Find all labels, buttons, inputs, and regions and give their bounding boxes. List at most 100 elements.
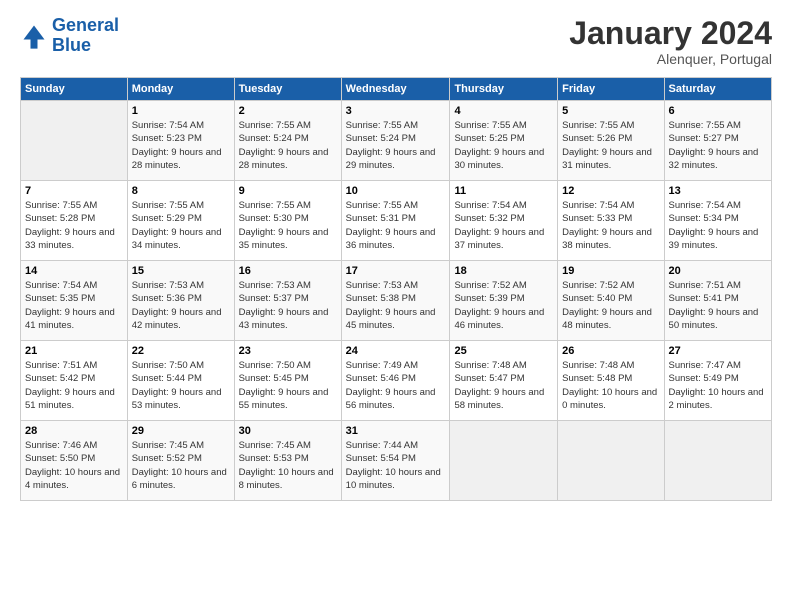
day-info-26: Sunrise: 7:48 AMSunset: 5:48 PMDaylight:… [562, 359, 659, 412]
day-info-13: Sunrise: 7:54 AMSunset: 5:34 PMDaylight:… [669, 199, 767, 252]
day-number-19: 19 [562, 265, 659, 277]
header-saturday: Saturday [664, 78, 771, 101]
day-number-20: 20 [669, 265, 767, 277]
week-row-4: 28 Sunrise: 7:46 AMSunset: 5:50 PMDayligh… [21, 421, 772, 501]
calendar-table: Sunday Monday Tuesday Wednesday Thursday… [20, 77, 772, 501]
day-number-26: 26 [562, 345, 659, 357]
cell-week2-day0: 14Sunrise: 7:54 AMSunset: 5:35 PMDayligh… [21, 261, 128, 341]
logo-text: General Blue [52, 16, 119, 56]
cell-week3-day2: 23 Sunrise: 7:50 AMSunset: 5:45 PMDayligh… [234, 341, 341, 421]
day-number-9: 9 [239, 185, 337, 197]
day-info-24: Sunrise: 7:49 AMSunset: 5:46 PMDaylight:… [346, 359, 446, 412]
location-subtitle: Alenquer, Portugal [569, 51, 772, 67]
day-number-11: 11 [454, 185, 553, 197]
day-info-29: Sunrise: 7:45 AMSunset: 5:52 PMDaylight:… [132, 439, 230, 492]
cell-week4-day6 [664, 421, 771, 501]
cell-week4-day0: 28 Sunrise: 7:46 AMSunset: 5:50 PMDayligh… [21, 421, 128, 501]
day-info-28: Sunrise: 7:46 AMSunset: 5:50 PMDaylight:… [25, 439, 123, 492]
logo-line1: General [52, 15, 119, 35]
cell-week2-day5: 19 Sunrise: 7:52 AMSunset: 5:40 PMDayligh… [558, 261, 664, 341]
cell-week0-day3: 3Sunrise: 7:55 AMSunset: 5:24 PMDaylight… [341, 101, 450, 181]
day-info-27: Sunrise: 7:47 AMSunset: 5:49 PMDaylight:… [669, 359, 767, 412]
cell-week3-day0: 21Sunrise: 7:51 AMSunset: 5:42 PMDayligh… [21, 341, 128, 421]
day-number-17: 17 [346, 265, 446, 277]
cell-week3-day4: 25Sunrise: 7:48 AMSunset: 5:47 PMDayligh… [450, 341, 558, 421]
day-number-28: 28 [25, 425, 123, 437]
week-row-2: 14Sunrise: 7:54 AMSunset: 5:35 PMDayligh… [21, 261, 772, 341]
day-number-2: 2 [239, 105, 337, 117]
day-info-30: Sunrise: 7:45 AMSunset: 5:53 PMDaylight:… [239, 439, 337, 492]
day-number-12: 12 [562, 185, 659, 197]
day-number-18: 18 [454, 265, 553, 277]
cell-week4-day5 [558, 421, 664, 501]
day-info-6: Sunrise: 7:55 AMSunset: 5:27 PMDaylight:… [669, 119, 767, 172]
logo-icon [20, 22, 48, 50]
week-row-1: 7 Sunrise: 7:55 AMSunset: 5:28 PMDaylight… [21, 181, 772, 261]
day-info-7: Sunrise: 7:55 AMSunset: 5:28 PMDaylight:… [25, 199, 123, 252]
week-row-3: 21Sunrise: 7:51 AMSunset: 5:42 PMDayligh… [21, 341, 772, 421]
cell-week0-day4: 4 Sunrise: 7:55 AMSunset: 5:25 PMDaylight… [450, 101, 558, 181]
day-info-23: Sunrise: 7:50 AMSunset: 5:45 PMDaylight:… [239, 359, 337, 412]
day-info-9: Sunrise: 7:55 AMSunset: 5:30 PMDaylight:… [239, 199, 337, 252]
title-block: January 2024 Alenquer, Portugal [569, 16, 772, 67]
cell-week3-day1: 22Sunrise: 7:50 AMSunset: 5:44 PMDayligh… [127, 341, 234, 421]
day-info-2: Sunrise: 7:55 AMSunset: 5:24 PMDaylight:… [239, 119, 337, 172]
day-info-19: Sunrise: 7:52 AMSunset: 5:40 PMDaylight:… [562, 279, 659, 332]
day-number-6: 6 [669, 105, 767, 117]
cell-week2-day4: 18 Sunrise: 7:52 AMSunset: 5:39 PMDayligh… [450, 261, 558, 341]
day-number-16: 16 [239, 265, 337, 277]
cell-week2-day1: 15 Sunrise: 7:53 AMSunset: 5:36 PMDayligh… [127, 261, 234, 341]
cell-week0-day0 [21, 101, 128, 181]
day-number-30: 30 [239, 425, 337, 437]
day-number-8: 8 [132, 185, 230, 197]
header-wednesday: Wednesday [341, 78, 450, 101]
cell-week1-day6: 13 Sunrise: 7:54 AMSunset: 5:34 PMDayligh… [664, 181, 771, 261]
cell-week3-day5: 26 Sunrise: 7:48 AMSunset: 5:48 PMDayligh… [558, 341, 664, 421]
day-info-12: Sunrise: 7:54 AMSunset: 5:33 PMDaylight:… [562, 199, 659, 252]
header-tuesday: Tuesday [234, 78, 341, 101]
cell-week2-day3: 17 Sunrise: 7:53 AMSunset: 5:38 PMDayligh… [341, 261, 450, 341]
day-info-3: Sunrise: 7:55 AMSunset: 5:24 PMDaylight:… [346, 119, 446, 172]
day-number-4: 4 [454, 105, 553, 117]
day-number-23: 23 [239, 345, 337, 357]
cell-week3-day6: 27 Sunrise: 7:47 AMSunset: 5:49 PMDayligh… [664, 341, 771, 421]
logo-line2: Blue [52, 35, 91, 55]
cell-week1-day4: 11 Sunrise: 7:54 AMSunset: 5:32 PMDayligh… [450, 181, 558, 261]
cell-week0-day1: 1 Sunrise: 7:54 AMSunset: 5:23 PMDaylight… [127, 101, 234, 181]
day-info-16: Sunrise: 7:53 AMSunset: 5:37 PMDaylight:… [239, 279, 337, 332]
cell-week0-day6: 6 Sunrise: 7:55 AMSunset: 5:27 PMDaylight… [664, 101, 771, 181]
cell-week2-day6: 20Sunrise: 7:51 AMSunset: 5:41 PMDayligh… [664, 261, 771, 341]
cell-week1-day5: 12 Sunrise: 7:54 AMSunset: 5:33 PMDayligh… [558, 181, 664, 261]
cell-week3-day3: 24Sunrise: 7:49 AMSunset: 5:46 PMDayligh… [341, 341, 450, 421]
day-info-5: Sunrise: 7:55 AMSunset: 5:26 PMDaylight:… [562, 119, 659, 172]
day-number-7: 7 [25, 185, 123, 197]
day-info-31: Sunrise: 7:44 AMSunset: 5:54 PMDaylight:… [346, 439, 446, 492]
cell-week0-day2: 2 Sunrise: 7:55 AMSunset: 5:24 PMDaylight… [234, 101, 341, 181]
cell-week2-day2: 16 Sunrise: 7:53 AMSunset: 5:37 PMDayligh… [234, 261, 341, 341]
day-info-10: Sunrise: 7:55 AMSunset: 5:31 PMDaylight:… [346, 199, 446, 252]
day-number-1: 1 [132, 105, 230, 117]
day-info-14: Sunrise: 7:54 AMSunset: 5:35 PMDaylight:… [25, 279, 123, 332]
day-info-11: Sunrise: 7:54 AMSunset: 5:32 PMDaylight:… [454, 199, 553, 252]
cell-week1-day0: 7 Sunrise: 7:55 AMSunset: 5:28 PMDaylight… [21, 181, 128, 261]
day-info-18: Sunrise: 7:52 AMSunset: 5:39 PMDaylight:… [454, 279, 553, 332]
day-number-15: 15 [132, 265, 230, 277]
day-info-15: Sunrise: 7:53 AMSunset: 5:36 PMDaylight:… [132, 279, 230, 332]
day-info-17: Sunrise: 7:53 AMSunset: 5:38 PMDaylight:… [346, 279, 446, 332]
day-info-8: Sunrise: 7:55 AMSunset: 5:29 PMDaylight:… [132, 199, 230, 252]
cell-week4-day4 [450, 421, 558, 501]
day-info-4: Sunrise: 7:55 AMSunset: 5:25 PMDaylight:… [454, 119, 553, 172]
cell-week1-day2: 9 Sunrise: 7:55 AMSunset: 5:30 PMDaylight… [234, 181, 341, 261]
day-number-21: 21 [25, 345, 123, 357]
day-number-27: 27 [669, 345, 767, 357]
header-thursday: Thursday [450, 78, 558, 101]
header-monday: Monday [127, 78, 234, 101]
header-friday: Friday [558, 78, 664, 101]
cell-week4-day2: 30 Sunrise: 7:45 AMSunset: 5:53 PMDayligh… [234, 421, 341, 501]
day-info-1: Sunrise: 7:54 AMSunset: 5:23 PMDaylight:… [132, 119, 230, 172]
day-number-31: 31 [346, 425, 446, 437]
day-info-22: Sunrise: 7:50 AMSunset: 5:44 PMDaylight:… [132, 359, 230, 412]
week-row-0: 1 Sunrise: 7:54 AMSunset: 5:23 PMDaylight… [21, 101, 772, 181]
day-number-13: 13 [669, 185, 767, 197]
weekday-header-row: Sunday Monday Tuesday Wednesday Thursday… [21, 78, 772, 101]
